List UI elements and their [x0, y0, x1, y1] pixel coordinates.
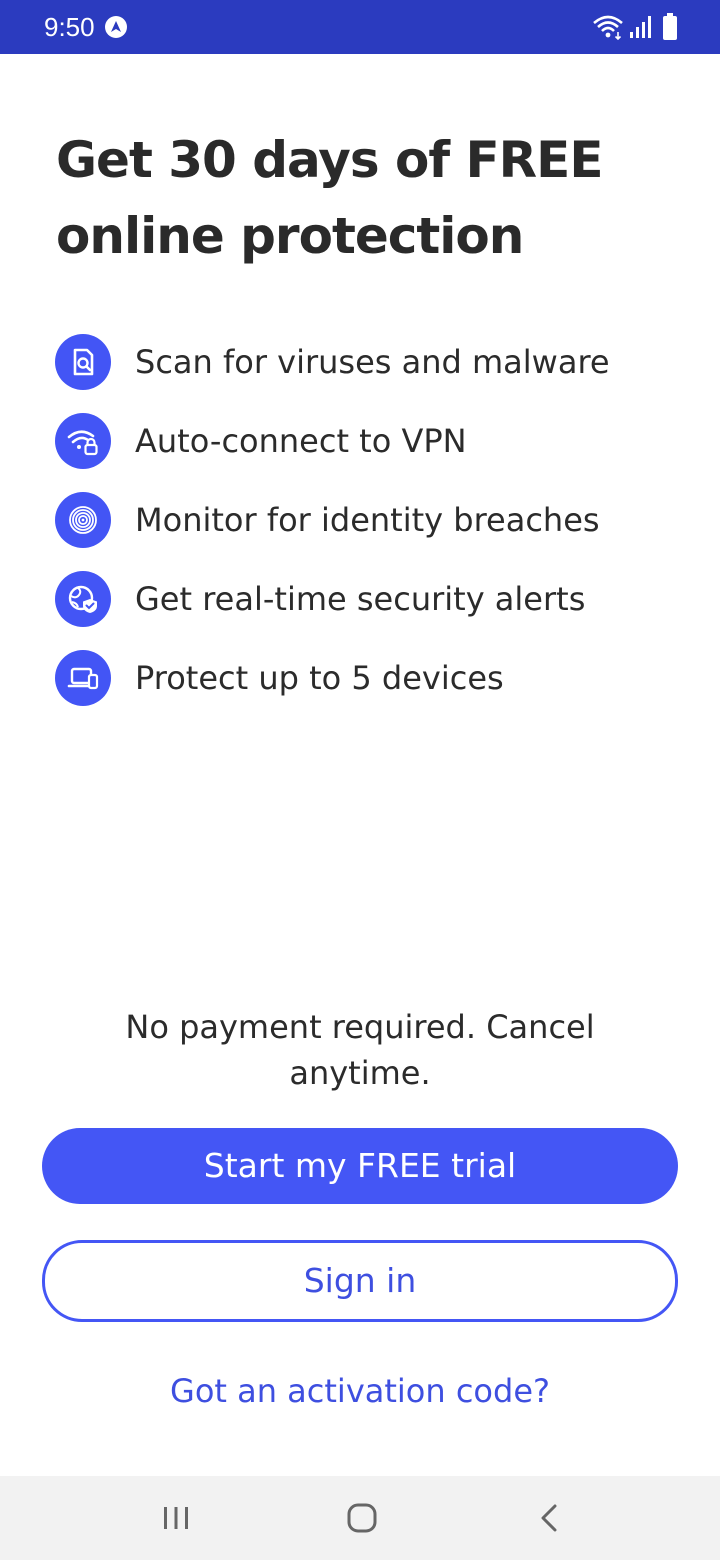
feature-item: Protect up to 5 devices: [55, 638, 695, 717]
feature-item: Scan for viruses and malware: [55, 322, 695, 401]
feature-label: Monitor for identity breaches: [135, 500, 600, 539]
feature-label: Scan for viruses and malware: [135, 342, 610, 381]
status-bar: 9:50: [0, 0, 720, 54]
no-payment-note: No payment required. Cancel anytime.: [125, 1008, 595, 1092]
signal-icon: [630, 16, 651, 38]
recents-icon[interactable]: [156, 1498, 196, 1538]
status-time: 9:50: [44, 12, 95, 42]
activation-code-link[interactable]: Got an activation code?: [60, 1368, 660, 1414]
wifi-lock-icon: [55, 412, 111, 469]
devices-icon: [55, 649, 111, 706]
feature-list: Scan for viruses and malware Auto-connec…: [55, 322, 695, 717]
page-title: Get 30 days of FREE online protection: [56, 131, 603, 265]
feature-item: Monitor for identity breaches: [55, 480, 695, 559]
start-free-trial-button[interactable]: Start my FREE trial: [42, 1128, 678, 1204]
feature-item: Auto-connect to VPN: [55, 401, 695, 480]
file-scan-icon: [55, 333, 111, 390]
battery-icon: [663, 13, 677, 40]
globe-shield-icon: [55, 570, 111, 627]
feature-label: Auto-connect to VPN: [135, 421, 467, 460]
navigation-arrow-icon: [105, 16, 127, 38]
back-icon[interactable]: [530, 1498, 570, 1538]
sign-in-button[interactable]: Sign in: [42, 1240, 678, 1322]
home-icon[interactable]: [342, 1498, 382, 1538]
wifi-icon: [593, 15, 623, 40]
feature-label: Get real-time security alerts: [135, 579, 586, 618]
feature-item: Get real-time security alerts: [55, 559, 695, 638]
feature-label: Protect up to 5 devices: [135, 658, 504, 697]
fingerprint-icon: [55, 491, 111, 548]
navigation-bar: [0, 1476, 720, 1560]
